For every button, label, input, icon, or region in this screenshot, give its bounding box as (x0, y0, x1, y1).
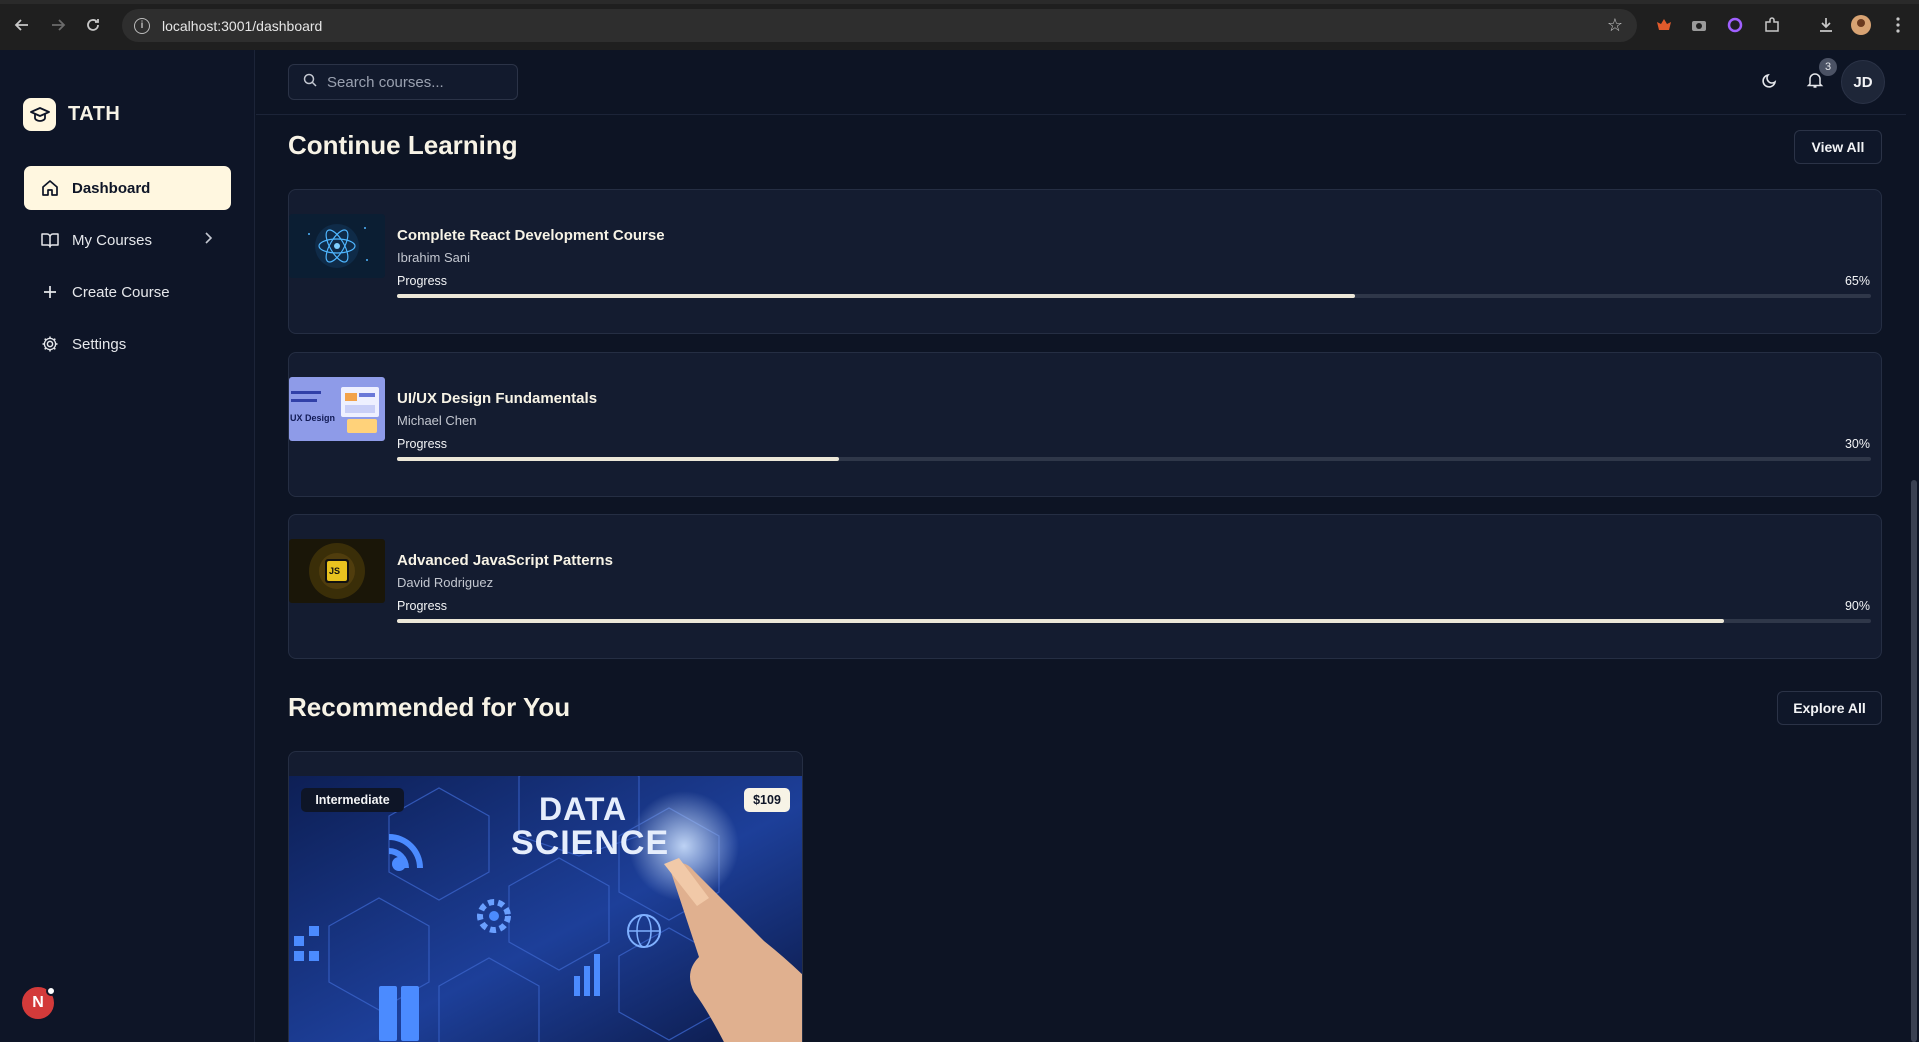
course-card-react[interactable]: Complete React Development Course Ibrahi… (288, 189, 1882, 334)
progress-value: 30% (1844, 437, 1870, 451)
course-image-data-science: DATA SCIENCE (289, 776, 802, 1042)
sidebar-item-settings[interactable]: Settings (24, 322, 231, 366)
status-dot (46, 986, 56, 996)
site-info-icon[interactable]: i (134, 17, 150, 34)
image-text-science: SCIENCE (511, 824, 670, 862)
sidebar-item-label: Create Course (72, 283, 170, 301)
app-logo[interactable]: TATH (23, 98, 120, 131)
reload-icon[interactable] (75, 7, 111, 43)
book-open-icon (40, 231, 60, 249)
price-badge: $109 (744, 788, 790, 812)
progress-fill (397, 619, 1724, 623)
user-avatar-bottom[interactable]: N (20, 985, 56, 1021)
recommended-course-card[interactable]: DATA SCIENCE Intermediate $109 (288, 751, 803, 1042)
app-name: TATH (68, 103, 121, 125)
back-icon[interactable] (4, 7, 40, 43)
explore-all-button[interactable]: Explore All (1777, 691, 1882, 725)
sidebar-item-label: Settings (72, 335, 127, 353)
progress-label: Progress (397, 599, 448, 613)
search-icon (303, 73, 317, 92)
course-card-uiux[interactable]: UX Design UI/UX Design Fundamentals Mich… (288, 352, 1882, 497)
course-thumbnail-javascript: JS (289, 539, 385, 603)
view-all-button[interactable]: View All (1794, 130, 1882, 164)
progress-value: 90% (1844, 599, 1870, 613)
image-text-data: DATA (539, 791, 628, 827)
scrollbar-thumb[interactable] (1911, 480, 1917, 1042)
notification-badge: 3 (1819, 58, 1837, 76)
home-icon (40, 179, 60, 197)
progress-value: 65% (1844, 274, 1870, 288)
progress-label: Progress (397, 274, 448, 288)
uiux-thumb-text: UX Design (290, 413, 336, 423)
sidebar-item-label: My Courses (72, 231, 153, 249)
user-avatar[interactable]: JD (1841, 60, 1885, 104)
extension-ring-icon[interactable] (1723, 13, 1747, 37)
course-instructor: Michael Chen (397, 413, 477, 428)
plus-icon (40, 284, 60, 300)
profile-avatar-icon[interactable] (1849, 13, 1873, 37)
progress-bar (397, 619, 1871, 623)
progress-bar (397, 294, 1871, 298)
chevron-right-icon (203, 231, 213, 249)
top-header: 3 JD (256, 50, 1906, 115)
progress-bar (397, 457, 1871, 461)
extension-camera-icon[interactable] (1687, 13, 1711, 37)
search-input[interactable] (327, 73, 507, 91)
user-initial: N (32, 994, 44, 1011)
course-title[interactable]: Complete React Development Course (397, 227, 665, 244)
course-card-javascript[interactable]: JS Advanced JavaScript Patterns David Ro… (288, 514, 1882, 659)
progress-label: Progress (397, 437, 448, 451)
continue-learning-title: Continue Learning (288, 130, 518, 160)
recommended-title: Recommended for You (288, 692, 571, 722)
browser-menu-icon[interactable] (1886, 13, 1910, 37)
graduation-cap-icon (23, 98, 56, 131)
downloads-icon[interactable] (1814, 13, 1838, 37)
extension-fox-icon[interactable] (1652, 13, 1676, 37)
course-title[interactable]: UI/UX Design Fundamentals (397, 390, 597, 407)
gear-icon (40, 335, 60, 353)
search-box[interactable] (288, 64, 518, 100)
browser-toolbar: i localhost:3001/dashboard ☆ (0, 0, 1919, 50)
course-thumbnail-uiux: UX Design (289, 377, 385, 441)
course-title[interactable]: Advanced JavaScript Patterns (397, 552, 613, 569)
course-instructor: Ibrahim Sani (397, 250, 470, 265)
progress-fill (397, 457, 840, 461)
extensions-puzzle-icon[interactable] (1760, 13, 1784, 37)
progress-fill (397, 294, 1356, 298)
level-badge: Intermediate (301, 788, 404, 812)
moon-icon[interactable] (1761, 71, 1779, 89)
sidebar-item-label: Dashboard (72, 179, 151, 197)
sidebar-item-my-courses[interactable]: My Courses (24, 218, 231, 262)
forward-icon[interactable] (40, 7, 76, 43)
sidebar: TATH Dashboard My Courses Create Course … (0, 50, 255, 1042)
tab-strip (0, 0, 1919, 4)
course-instructor: David Rodriguez (397, 575, 494, 590)
course-thumbnail-react (289, 214, 385, 278)
address-bar[interactable]: i localhost:3001/dashboard ☆ (122, 9, 1637, 42)
sidebar-item-create-course[interactable]: Create Course (24, 270, 231, 314)
bookmark-star-icon[interactable]: ☆ (1607, 15, 1623, 36)
address-url: localhost:3001/dashboard (162, 17, 323, 34)
js-logo-text: JS (329, 566, 341, 576)
sidebar-item-dashboard[interactable]: Dashboard (24, 166, 231, 210)
